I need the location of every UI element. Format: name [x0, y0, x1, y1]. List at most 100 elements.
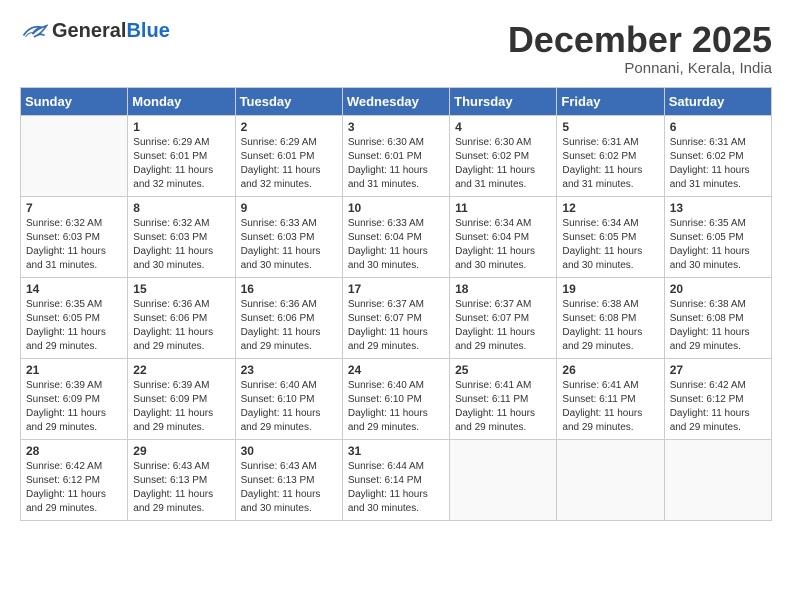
- day-number: 18: [455, 282, 551, 296]
- page-header: GeneralBlue December 2025 Ponnani, Keral…: [20, 20, 772, 77]
- day-number: 11: [455, 201, 551, 215]
- day-info: Sunrise: 6:40 AMSunset: 6:10 PMDaylight:…: [241, 379, 337, 435]
- day-info: Sunrise: 6:31 AMSunset: 6:02 PMDaylight:…: [562, 136, 658, 192]
- day-number: 21: [26, 363, 122, 377]
- day-number: 31: [348, 444, 444, 458]
- calendar-cell: 27 Sunrise: 6:42 AMSunset: 6:12 PMDayligh…: [664, 358, 771, 439]
- calendar-cell: 3 Sunrise: 6:30 AMSunset: 6:01 PMDaylight…: [342, 115, 449, 196]
- calendar-cell: 22 Sunrise: 6:39 AMSunset: 6:09 PMDayligh…: [128, 358, 235, 439]
- day-info: Sunrise: 6:38 AMSunset: 6:08 PMDaylight:…: [670, 298, 766, 354]
- day-info: Sunrise: 6:29 AMSunset: 6:01 PMDaylight:…: [133, 136, 229, 192]
- calendar-cell: 9Sunrise: 6:33 AMSunset: 6:03 PMDaylight…: [235, 196, 342, 277]
- calendar-cell: [21, 115, 128, 196]
- day-number: 14: [26, 282, 122, 296]
- calendar-cell: 28 Sunrise: 6:42 AMSunset: 6:12 PMDayligh…: [21, 439, 128, 520]
- day-info: Sunrise: 6:39 AMSunset: 6:09 PMDaylight:…: [133, 379, 229, 435]
- calendar-cell: 13Sunrise: 6:35 AMSunset: 6:05 PMDayligh…: [664, 196, 771, 277]
- location: Ponnani, Kerala, India: [508, 60, 772, 77]
- day-number: 16: [241, 282, 337, 296]
- day-info: Sunrise: 6:40 AMSunset: 6:10 PMDaylight:…: [348, 379, 444, 435]
- day-info: Sunrise: 6:33 AMSunset: 6:04 PMDaylight:…: [348, 217, 444, 273]
- calendar-cell: 15 Sunrise: 6:36 AMSunset: 6:06 PMDayligh…: [128, 277, 235, 358]
- day-info: Sunrise: 6:30 AMSunset: 6:01 PMDaylight:…: [348, 136, 444, 192]
- day-info: Sunrise: 6:41 AMSunset: 6:11 PMDaylight:…: [455, 379, 551, 435]
- weekday-header: Monday: [128, 87, 235, 115]
- logo-blue: Blue: [126, 20, 169, 42]
- calendar-cell: 31Sunrise: 6:44 AMSunset: 6:14 PMDayligh…: [342, 439, 449, 520]
- day-info: Sunrise: 6:29 AMSunset: 6:01 PMDaylight:…: [241, 136, 337, 192]
- logo-icon: [20, 21, 48, 43]
- day-info: Sunrise: 6:42 AMSunset: 6:12 PMDaylight:…: [26, 460, 122, 516]
- day-info: Sunrise: 6:43 AMSunset: 6:13 PMDaylight:…: [241, 460, 337, 516]
- calendar-cell: 19 Sunrise: 6:38 AMSunset: 6:08 PMDayligh…: [557, 277, 664, 358]
- day-info: Sunrise: 6:35 AMSunset: 6:05 PMDaylight:…: [26, 298, 122, 354]
- weekday-header: Thursday: [450, 87, 557, 115]
- day-info: Sunrise: 6:42 AMSunset: 6:12 PMDaylight:…: [670, 379, 766, 435]
- day-info: Sunrise: 6:38 AMSunset: 6:08 PMDaylight:…: [562, 298, 658, 354]
- calendar-cell: 5Sunrise: 6:31 AMSunset: 6:02 PMDaylight…: [557, 115, 664, 196]
- calendar-cell: 20 Sunrise: 6:38 AMSunset: 6:08 PMDayligh…: [664, 277, 771, 358]
- day-info: Sunrise: 6:43 AMSunset: 6:13 PMDaylight:…: [133, 460, 229, 516]
- weekday-header: Friday: [557, 87, 664, 115]
- logo-text: GeneralBlue: [52, 20, 170, 43]
- day-number: 3: [348, 120, 444, 134]
- day-info: Sunrise: 6:33 AMSunset: 6:03 PMDaylight:…: [241, 217, 337, 273]
- day-number: 2: [241, 120, 337, 134]
- day-info: Sunrise: 6:39 AMSunset: 6:09 PMDaylight:…: [26, 379, 122, 435]
- day-info: Sunrise: 6:30 AMSunset: 6:02 PMDaylight:…: [455, 136, 551, 192]
- calendar-cell: 11 Sunrise: 6:34 AMSunset: 6:04 PMDayligh…: [450, 196, 557, 277]
- day-info: Sunrise: 6:36 AMSunset: 6:06 PMDaylight:…: [133, 298, 229, 354]
- day-number: 15: [133, 282, 229, 296]
- day-number: 29: [133, 444, 229, 458]
- calendar-cell: 4 Sunrise: 6:30 AMSunset: 6:02 PMDaylight…: [450, 115, 557, 196]
- calendar-cell: [664, 439, 771, 520]
- day-number: 28: [26, 444, 122, 458]
- day-info: Sunrise: 6:37 AMSunset: 6:07 PMDaylight:…: [455, 298, 551, 354]
- day-info: Sunrise: 6:35 AMSunset: 6:05 PMDaylight:…: [670, 217, 766, 273]
- day-number: 27: [670, 363, 766, 377]
- day-number: 24: [348, 363, 444, 377]
- day-number: 1: [133, 120, 229, 134]
- day-number: 4: [455, 120, 551, 134]
- weekday-header: Sunday: [21, 87, 128, 115]
- calendar-cell: 24 Sunrise: 6:40 AMSunset: 6:10 PMDayligh…: [342, 358, 449, 439]
- day-info: Sunrise: 6:41 AMSunset: 6:11 PMDaylight:…: [562, 379, 658, 435]
- calendar-cell: 16 Sunrise: 6:36 AMSunset: 6:06 PMDayligh…: [235, 277, 342, 358]
- calendar-cell: 7Sunrise: 6:32 AMSunset: 6:03 PMDaylight…: [21, 196, 128, 277]
- day-info: Sunrise: 6:37 AMSunset: 6:07 PMDaylight:…: [348, 298, 444, 354]
- weekday-header: Saturday: [664, 87, 771, 115]
- day-number: 17: [348, 282, 444, 296]
- day-info: Sunrise: 6:36 AMSunset: 6:06 PMDaylight:…: [241, 298, 337, 354]
- logo-general: General: [52, 20, 126, 42]
- calendar-cell: 6Sunrise: 6:31 AMSunset: 6:02 PMDaylight…: [664, 115, 771, 196]
- calendar-cell: 10Sunrise: 6:33 AMSunset: 6:04 PMDayligh…: [342, 196, 449, 277]
- calendar-cell: 25 Sunrise: 6:41 AMSunset: 6:11 PMDayligh…: [450, 358, 557, 439]
- calendar-table: SundayMondayTuesdayWednesdayThursdayFrid…: [20, 87, 772, 521]
- calendar-cell: 12 Sunrise: 6:34 AMSunset: 6:05 PMDayligh…: [557, 196, 664, 277]
- calendar-cell: 21 Sunrise: 6:39 AMSunset: 6:09 PMDayligh…: [21, 358, 128, 439]
- day-number: 23: [241, 363, 337, 377]
- calendar-cell: [557, 439, 664, 520]
- calendar-cell: 14 Sunrise: 6:35 AMSunset: 6:05 PMDayligh…: [21, 277, 128, 358]
- day-info: Sunrise: 6:32 AMSunset: 6:03 PMDaylight:…: [133, 217, 229, 273]
- day-info: Sunrise: 6:32 AMSunset: 6:03 PMDaylight:…: [26, 217, 122, 273]
- day-number: 12: [562, 201, 658, 215]
- day-info: Sunrise: 6:34 AMSunset: 6:05 PMDaylight:…: [562, 217, 658, 273]
- day-number: 25: [455, 363, 551, 377]
- day-number: 6: [670, 120, 766, 134]
- calendar-cell: 8 Sunrise: 6:32 AMSunset: 6:03 PMDaylight…: [128, 196, 235, 277]
- day-number: 22: [133, 363, 229, 377]
- day-number: 19: [562, 282, 658, 296]
- day-number: 8: [133, 201, 229, 215]
- calendar-cell: 2 Sunrise: 6:29 AMSunset: 6:01 PMDaylight…: [235, 115, 342, 196]
- calendar-cell: 26Sunrise: 6:41 AMSunset: 6:11 PMDayligh…: [557, 358, 664, 439]
- calendar-cell: 30Sunrise: 6:43 AMSunset: 6:13 PMDayligh…: [235, 439, 342, 520]
- calendar-cell: 29 Sunrise: 6:43 AMSunset: 6:13 PMDayligh…: [128, 439, 235, 520]
- weekday-header: Wednesday: [342, 87, 449, 115]
- logo: GeneralBlue: [20, 20, 170, 43]
- weekday-header: Tuesday: [235, 87, 342, 115]
- day-info: Sunrise: 6:34 AMSunset: 6:04 PMDaylight:…: [455, 217, 551, 273]
- calendar-cell: 18 Sunrise: 6:37 AMSunset: 6:07 PMDayligh…: [450, 277, 557, 358]
- day-number: 20: [670, 282, 766, 296]
- calendar-cell: [450, 439, 557, 520]
